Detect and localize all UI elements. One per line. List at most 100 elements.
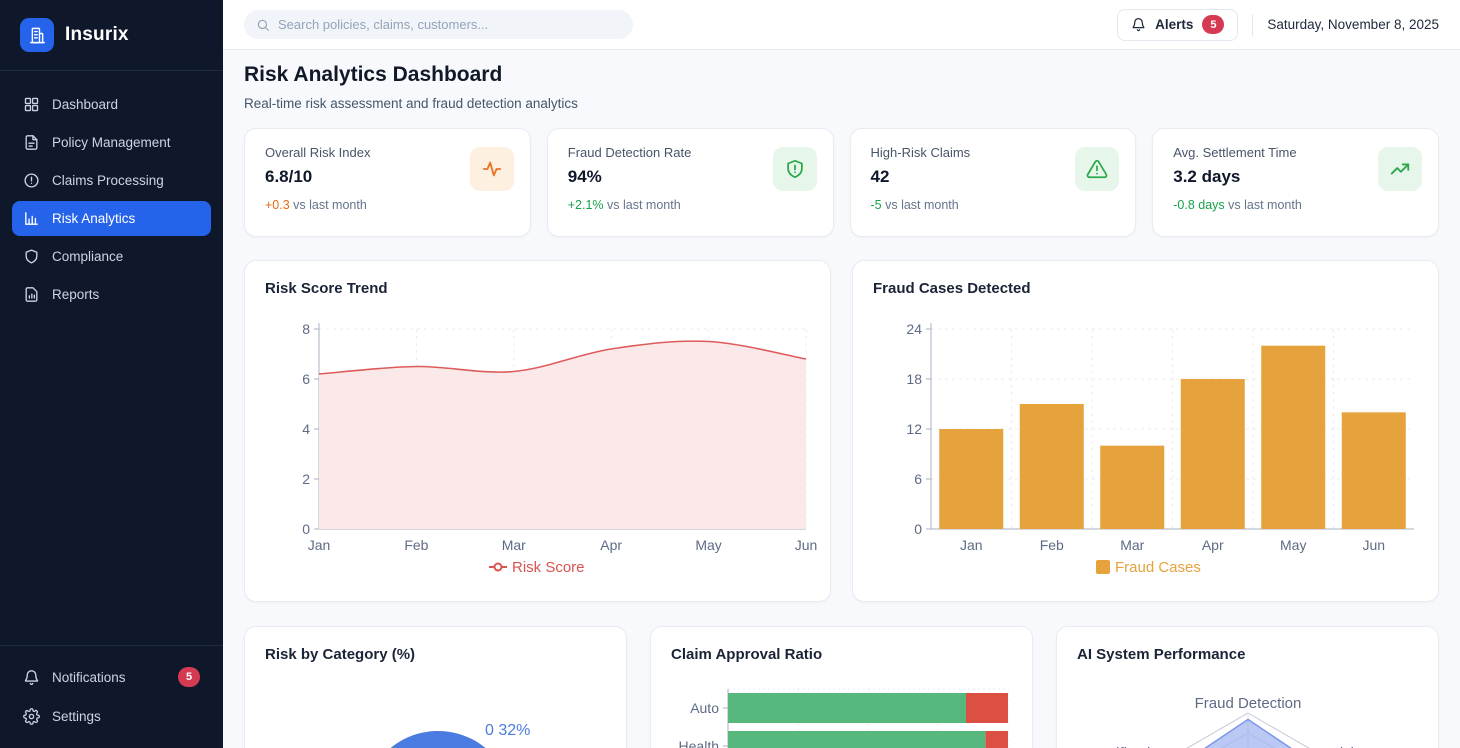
sidebar-item-claims-processing[interactable]: Claims Processing <box>12 163 211 198</box>
x-tick-label: Mar <box>502 537 526 553</box>
chart-title: Risk Score Trend <box>245 261 830 297</box>
risk-bar-chart-icon <box>23 210 40 227</box>
kpi-delta-suffix: vs last month <box>290 198 367 212</box>
brand-logo: Insurix <box>0 0 223 70</box>
kpi-delta-value: +2.1% <box>568 198 604 212</box>
legend-risk-score[interactable]: Risk Score <box>489 559 585 576</box>
legend-label: Risk Score <box>512 559 585 576</box>
sidebar-item-dashboard[interactable]: Dashboard <box>12 87 211 122</box>
sidebar-item-settings[interactable]: Settings <box>12 699 211 734</box>
shield-alert-icon <box>773 147 817 191</box>
sidebar-item-label: Reports <box>52 287 99 302</box>
bar-Apr <box>1181 379 1245 529</box>
page-title: Risk Analytics Dashboard <box>244 62 1439 88</box>
topbar-right: Alerts 5 Saturday, November 8, 2025 <box>1117 9 1439 41</box>
building-icon <box>20 18 54 52</box>
radar-axis-label: Fraud Detection <box>1195 695 1302 712</box>
kpi-delta: -0.8 days vs last month <box>1173 198 1418 212</box>
sidebar-item-label: Claims Processing <box>52 173 164 188</box>
search-box[interactable] <box>244 10 633 39</box>
kpi-card-overall-risk-index: Overall Risk Index 6.8/10 +0.3 vs last m… <box>244 128 531 237</box>
kpi-card-avg-settlement-time: Avg. Settlement Time 3.2 days -0.8 days … <box>1152 128 1439 237</box>
kpi-delta-value: -5 <box>871 198 882 212</box>
topbar: Alerts 5 Saturday, November 8, 2025 <box>223 0 1460 50</box>
kpi-delta-suffix: vs last month <box>1225 198 1302 212</box>
y-tick-label: 24 <box>906 321 922 337</box>
activity-pulse-icon <box>470 147 514 191</box>
legend-fraud-cases[interactable]: Fraud Cases <box>1096 559 1201 576</box>
kpi-card-fraud-detection-rate: Fraud Detection Rate 94% +2.1% vs last m… <box>547 128 834 237</box>
x-tick-label: Jan <box>960 537 983 553</box>
trending-up-icon <box>1378 147 1422 191</box>
x-tick-label: May <box>1280 537 1306 553</box>
sidebar-item-reports[interactable]: Reports <box>12 277 211 312</box>
main-area: Alerts 5 Saturday, November 8, 2025 Risk… <box>223 0 1460 748</box>
y-tick-label: 0 <box>914 521 922 537</box>
gear-icon <box>23 708 40 725</box>
x-tick-label: Jan <box>308 537 331 553</box>
bell-icon <box>1131 17 1146 32</box>
sidebar-item-risk-analytics[interactable]: Risk Analytics <box>12 201 211 236</box>
x-tick-label: Jun <box>795 537 818 553</box>
x-tick-label: May <box>695 537 721 553</box>
kpi-row: Overall Risk Index 6.8/10 +0.3 vs last m… <box>244 128 1439 237</box>
sidebar-item-notifications[interactable]: Notifications 5 <box>12 658 211 696</box>
topbar-divider <box>1252 14 1253 36</box>
x-tick-label: Feb <box>1040 537 1064 553</box>
hbar-Health-Rejected <box>986 731 1008 748</box>
app-root: Insurix Dashboard Policy Management Clai… <box>0 0 1460 748</box>
kpi-delta: -5 vs last month <box>871 198 1116 212</box>
sidebar: Insurix Dashboard Policy Management Clai… <box>0 0 223 748</box>
y-tick-label: 0 <box>302 521 310 537</box>
hbar-Health-Approved <box>728 731 986 748</box>
chart-title: Claim Approval Ratio <box>651 627 1032 663</box>
charts-row: Risk Score Trend 0 24 6 8 Jan Feb Mar Apr May Jun… <box>244 260 1439 602</box>
sidebar-item-label: Compliance <box>52 249 123 264</box>
x-tick-label: Mar <box>1120 537 1144 553</box>
sidebar-item-label: Policy Management <box>52 135 171 150</box>
page-subtitle: Real-time risk assessment and fraud dete… <box>244 96 1439 112</box>
bar-Jun <box>1342 412 1406 529</box>
y-tick-label: 12 <box>906 421 922 437</box>
search-input[interactable] <box>278 17 621 32</box>
y-category-label: Health <box>679 738 719 748</box>
bar-May <box>1261 346 1325 529</box>
bar-Mar <box>1100 446 1164 529</box>
notifications-badge: 5 <box>178 667 200 687</box>
chart-card-ai-system-performance: AI System Performance Fraud DetectionRis… <box>1056 626 1439 748</box>
search-icon <box>256 18 270 32</box>
alerts-button[interactable]: Alerts 5 <box>1117 9 1238 41</box>
pie-slice-label: 0 32% <box>485 722 530 739</box>
sidebar-item-policy-management[interactable]: Policy Management <box>12 125 211 160</box>
sidebar-item-label: Risk Analytics <box>52 211 135 226</box>
kpi-delta-value: +0.3 <box>265 198 290 212</box>
y-tick-label: 8 <box>302 321 310 337</box>
sidebar-item-label: Dashboard <box>52 97 118 112</box>
page-content: Risk Analytics Dashboard Real-time risk … <box>223 50 1460 748</box>
chart-title: Fraud Cases Detected <box>853 261 1438 297</box>
chart-card-fraud-cases-detected: Fraud Cases Detected 06121824JanFebMarAp… <box>852 260 1439 602</box>
sidebar-item-label: Notifications <box>52 670 126 685</box>
hbar-Auto-Rejected <box>966 693 1008 723</box>
chart-title: Risk by Category (%) <box>245 627 626 663</box>
kpi-card-high-risk-claims: High-Risk Claims 42 -5 vs last month <box>850 128 1137 237</box>
chart-card-risk-by-category: Risk by Category (%) 0 32% <box>244 626 627 748</box>
x-tick-label: Apr <box>1202 537 1224 553</box>
alerts-badge: 5 <box>1202 15 1224 34</box>
fraud-cases-chart: 06121824JanFebMarAprMayJunFraud Cases <box>853 321 1440 583</box>
hbar-Auto-Approved <box>728 693 966 723</box>
x-tick-label: Apr <box>600 537 622 553</box>
brand-name: Insurix <box>65 24 129 46</box>
policy-document-icon <box>23 134 40 151</box>
sidebar-item-compliance[interactable]: Compliance <box>12 239 211 274</box>
kpi-delta-suffix: vs last month <box>882 198 959 212</box>
y-tick-label: 2 <box>302 471 310 487</box>
alert-triangle-icon <box>1075 147 1119 191</box>
y-tick-label: 6 <box>914 471 922 487</box>
date-text: Saturday, November 8, 2025 <box>1267 17 1439 32</box>
dashboard-grid-icon <box>23 96 40 113</box>
risk-score-trend-chart: 02468JanFebMarAprMayJunRisk Score <box>245 321 832 583</box>
compliance-shield-icon <box>23 248 40 265</box>
sidebar-footer: Notifications 5 Settings <box>0 645 223 748</box>
y-tick-label: 6 <box>302 371 310 387</box>
